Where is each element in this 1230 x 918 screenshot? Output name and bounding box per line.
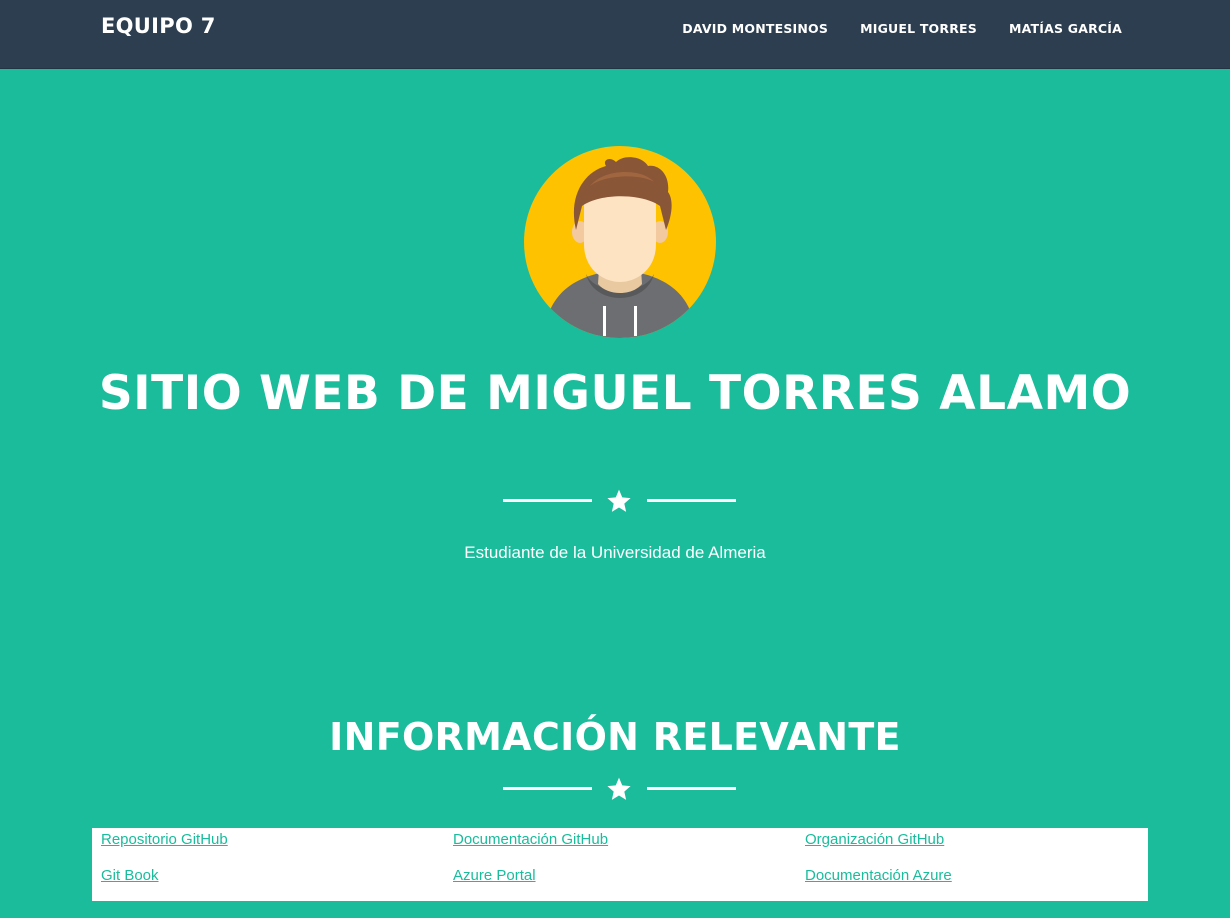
link-documentacion-github[interactable]: Documentación GitHub xyxy=(453,831,608,848)
link-repositorio-github[interactable]: Repositorio GitHub xyxy=(101,831,228,848)
section-divider xyxy=(503,776,736,802)
brand-link[interactable]: EQUIPO 7 xyxy=(101,14,216,38)
link-git-book[interactable]: Git Book xyxy=(101,867,159,884)
navbar: EQUIPO 7 DAVID MONTESINOS MIGUEL TORRES … xyxy=(0,0,1230,69)
hero-divider xyxy=(503,488,736,514)
link-documentacion-azure[interactable]: Documentación Azure xyxy=(805,867,952,884)
link-organizacion-github[interactable]: Organización GitHub xyxy=(805,831,944,848)
links-table: Repositorio GitHub Documentación GitHub … xyxy=(92,828,1148,901)
hero-subtitle: Estudiante de la Universidad de Almeria xyxy=(464,543,766,562)
divider-line xyxy=(647,499,736,502)
section-title: INFORMACIÓN RELEVANTE xyxy=(329,715,901,759)
link-azure-portal[interactable]: Azure Portal xyxy=(453,867,536,884)
nav-menu: DAVID MONTESINOS MIGUEL TORRES MATÍAS GA… xyxy=(650,0,1122,56)
star-icon xyxy=(607,777,631,800)
user-avatar-icon xyxy=(524,146,716,338)
divider-line xyxy=(503,787,592,790)
nav-link-david-montesinos[interactable]: DAVID MONTESINOS xyxy=(682,21,828,36)
divider-line xyxy=(503,499,592,502)
nav-link-miguel-torres[interactable]: MIGUEL TORRES xyxy=(860,21,977,36)
page-title: SITIO WEB DE MIGUEL TORRES ALAMO xyxy=(98,366,1132,421)
star-icon xyxy=(607,489,631,512)
nav-link-matias-garcia[interactable]: MATÍAS GARCÍA xyxy=(1009,21,1122,36)
divider-line xyxy=(647,787,736,790)
